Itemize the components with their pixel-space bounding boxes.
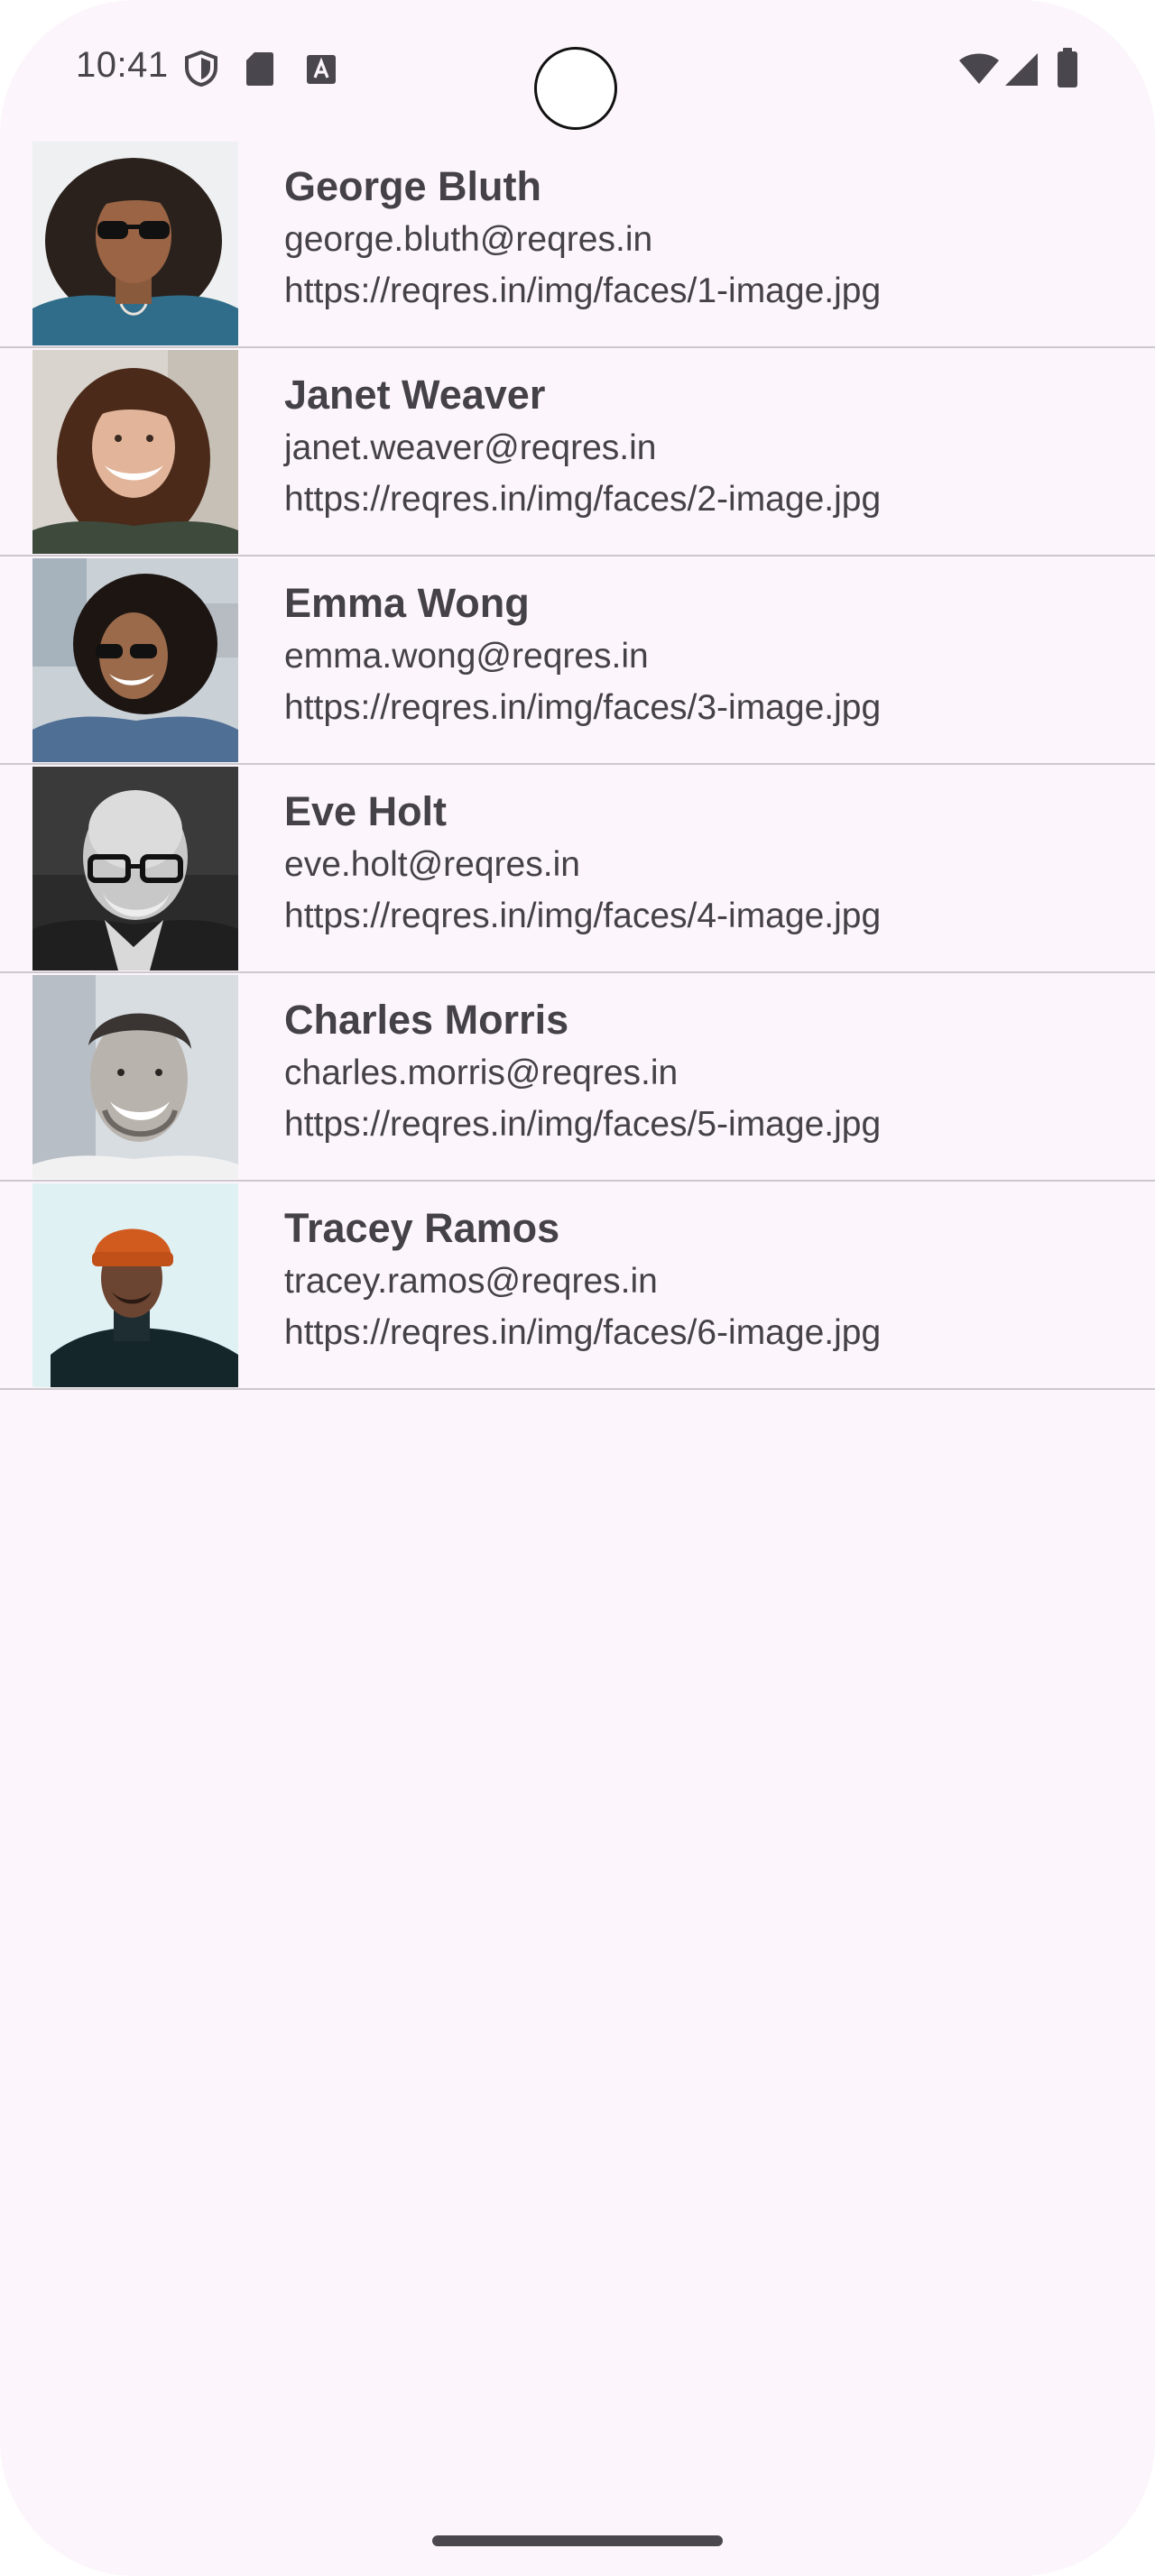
wifi-icon	[959, 53, 999, 84]
list-item[interactable]: Charles Morris charles.morris@reqres.in …	[0, 973, 1155, 1182]
list-item[interactable]: Eve Holt eve.holt@reqres.in https://reqr…	[0, 765, 1155, 973]
user-avatar-url: https://reqres.in/img/faces/3-image.jpg	[284, 688, 882, 727]
user-email: emma.wong@reqres.in	[284, 637, 649, 676]
font-badge-icon	[307, 55, 336, 84]
battery-icon	[1058, 48, 1077, 87]
user-info: Eve Holt eve.holt@reqres.in https://reqr…	[284, 785, 1137, 942]
sd-card-icon	[246, 52, 273, 86]
user-name: Charles Morris	[284, 997, 569, 1043]
avatar	[32, 558, 238, 762]
status-bar: 10:41	[0, 0, 1155, 135]
avatar	[32, 767, 238, 971]
camera-cutout	[534, 47, 617, 130]
user-email: george.bluth@reqres.in	[284, 220, 653, 259]
user-name: Emma Wong	[284, 580, 530, 626]
user-name: Janet Weaver	[284, 372, 546, 418]
status-time: 10:41	[76, 45, 169, 85]
list-item[interactable]: Tracey Ramos tracey.ramos@reqres.in http…	[0, 1182, 1155, 1390]
user-name: Eve Holt	[284, 788, 448, 834]
avatar	[32, 975, 238, 1179]
list-item[interactable]: Janet Weaver janet.weaver@reqres.in http…	[0, 348, 1155, 557]
user-email: tracey.ramos@reqres.in	[284, 1262, 658, 1301]
user-email: eve.holt@reqres.in	[284, 845, 580, 884]
user-name: Tracey Ramos	[284, 1205, 560, 1251]
list-item[interactable]: George Bluth george.bluth@reqres.in http…	[0, 140, 1155, 348]
user-avatar-url: https://reqres.in/img/faces/6-image.jpg	[284, 1313, 882, 1352]
user-email: janet.weaver@reqres.in	[284, 428, 657, 467]
user-email: charles.morris@reqres.in	[284, 1053, 679, 1092]
user-info: Charles Morris charles.morris@reqres.in …	[284, 993, 1137, 1150]
cellular-signal-icon	[1005, 53, 1038, 86]
user-list: George Bluth george.bluth@reqres.in http…	[0, 140, 1155, 1390]
user-avatar-url: https://reqres.in/img/faces/1-image.jpg	[284, 271, 882, 310]
avatar	[32, 350, 238, 554]
avatar	[32, 1183, 238, 1387]
home-indicator[interactable]	[432, 2535, 723, 2546]
avatar	[32, 142, 238, 345]
user-avatar-url: https://reqres.in/img/faces/5-image.jpg	[284, 1105, 882, 1144]
user-info: Emma Wong emma.wong@reqres.in https://re…	[284, 576, 1137, 733]
shield-icon	[185, 51, 217, 87]
user-avatar-url: https://reqres.in/img/faces/2-image.jpg	[284, 480, 882, 519]
user-info: George Bluth george.bluth@reqres.in http…	[284, 160, 1137, 317]
user-avatar-url: https://reqres.in/img/faces/4-image.jpg	[284, 897, 882, 935]
user-info: Janet Weaver janet.weaver@reqres.in http…	[284, 368, 1137, 525]
user-info: Tracey Ramos tracey.ramos@reqres.in http…	[284, 1201, 1137, 1358]
user-name: George Bluth	[284, 163, 542, 209]
list-item[interactable]: Emma Wong emma.wong@reqres.in https://re…	[0, 557, 1155, 765]
app-screen: 10:41 George Bluth george.bluth@reqres.i…	[0, 0, 1155, 2576]
